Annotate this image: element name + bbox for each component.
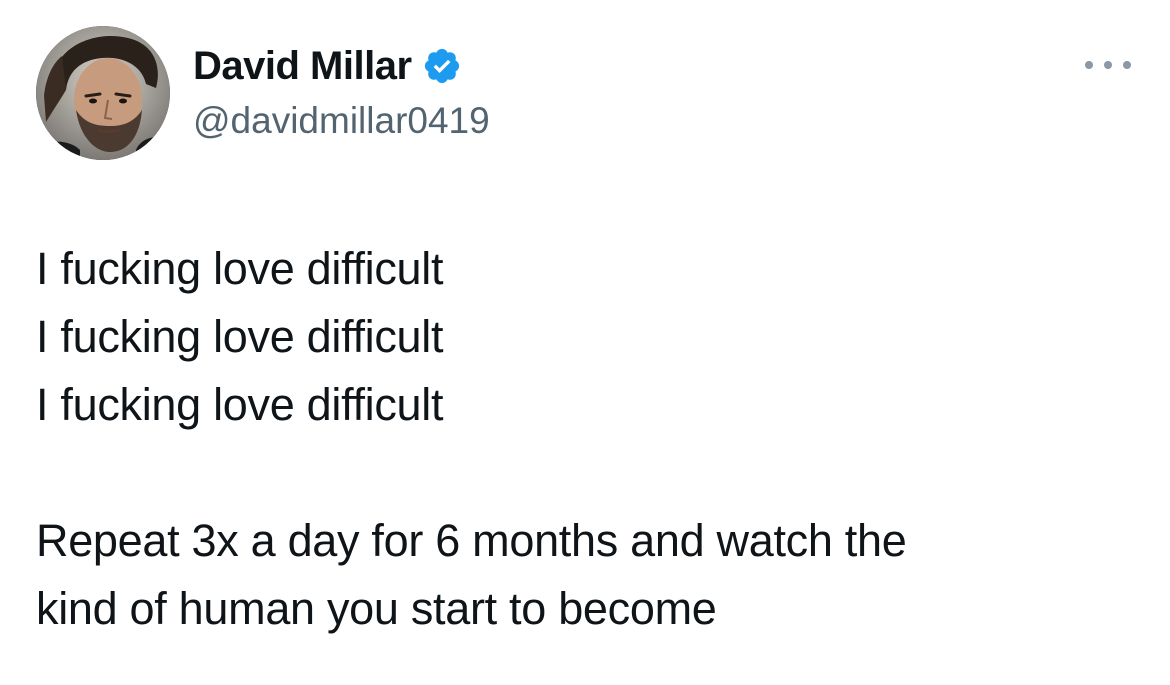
author-handle[interactable]: @davidmillar0419 xyxy=(193,96,490,146)
more-dot xyxy=(1085,61,1093,69)
tweet-author: David Millar @davidmillar0419 xyxy=(193,40,490,146)
tweet-line: I fucking love difficult xyxy=(36,243,444,294)
name-row: David Millar xyxy=(193,40,490,92)
more-dot xyxy=(1123,61,1131,69)
more-dot xyxy=(1104,61,1112,69)
avatar-photo xyxy=(36,26,170,160)
tweet-line: kind of human you start to become xyxy=(36,583,717,634)
verified-badge-icon[interactable] xyxy=(422,46,462,86)
tweet-text: I fucking love difficult I fucking love … xyxy=(36,235,1136,643)
avatar[interactable] xyxy=(36,26,170,160)
more-options-icon[interactable] xyxy=(1085,50,1131,80)
tweet-line: I fucking love difficult xyxy=(36,311,444,362)
tweet-line: I fucking love difficult xyxy=(36,379,444,430)
tweet-line: Repeat 3x a day for 6 months and watch t… xyxy=(36,515,907,566)
display-name[interactable]: David Millar xyxy=(193,40,412,92)
